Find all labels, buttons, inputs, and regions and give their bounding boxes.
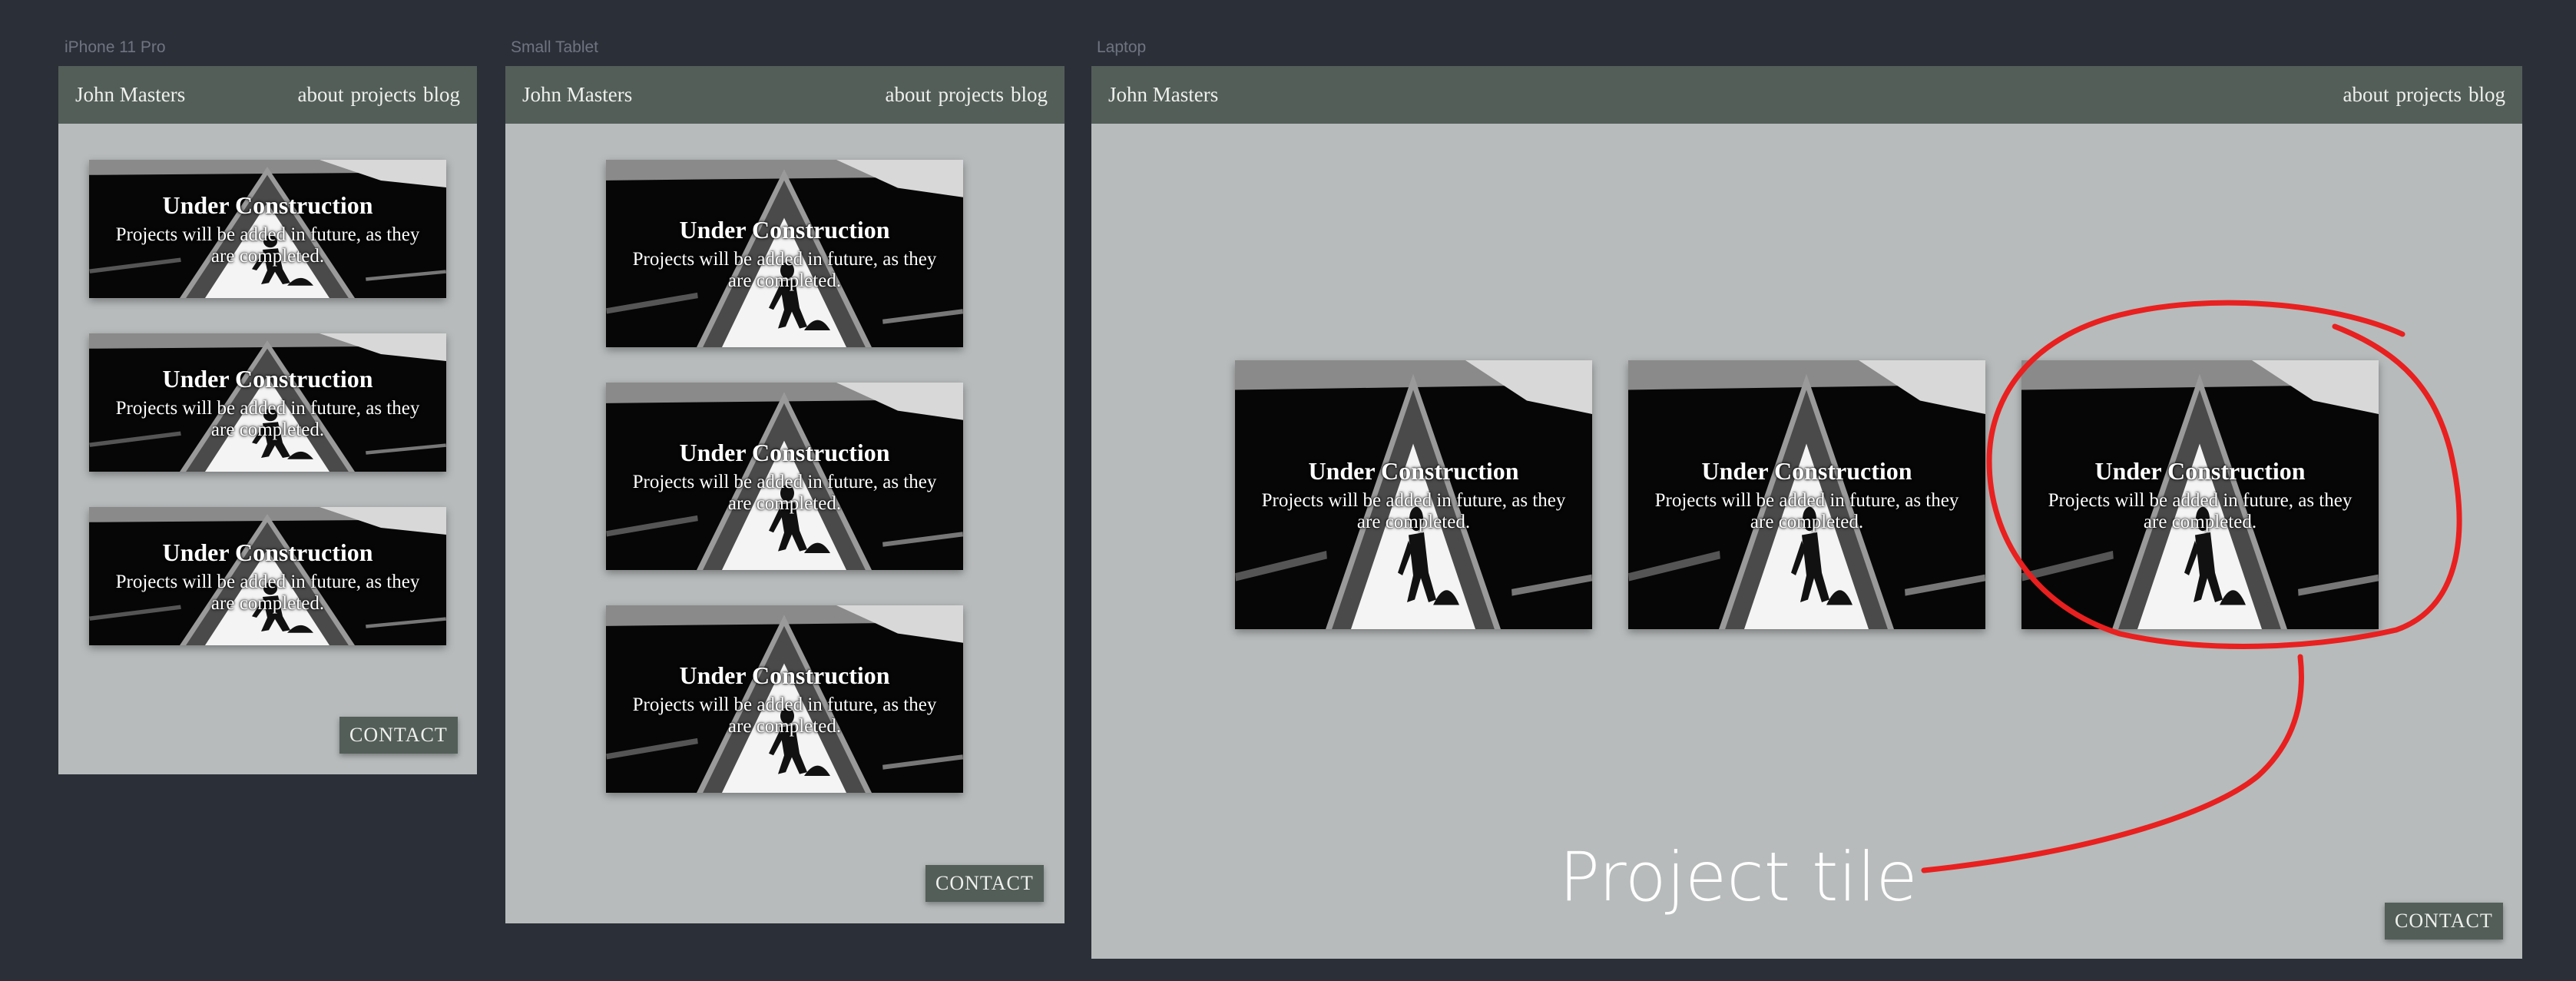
frame-label-small-tablet: Small Tablet (511, 38, 599, 56)
tile-description: Projects will be added in future, as the… (1654, 489, 1959, 532)
nav-projects[interactable]: projects (351, 83, 416, 107)
tile-title: Under Construction (1701, 456, 1912, 485)
tile-description: Projects will be added in future, as the… (632, 694, 937, 737)
nav-blog[interactable]: blog (1011, 83, 1048, 107)
project-tile[interactable]: Under Construction Projects will be adde… (89, 333, 446, 472)
tile-description: Projects will be added in future, as the… (115, 224, 420, 267)
frame-label-iphone: iPhone 11 Pro (65, 38, 166, 56)
site-header: John Masters about projects blog (58, 66, 477, 124)
tile-description: Projects will be added in future, as the… (115, 397, 420, 440)
tile-title: Under Construction (679, 661, 890, 689)
tile-title: Under Construction (679, 438, 890, 466)
tile-description: Projects will be added in future, as the… (632, 471, 937, 514)
tile-title: Under Construction (679, 215, 890, 244)
nav-projects[interactable]: projects (2396, 83, 2462, 107)
nav-about[interactable]: about (2343, 83, 2389, 107)
nav-blog[interactable]: blog (423, 83, 460, 107)
nav-blog[interactable]: blog (2468, 83, 2505, 107)
nav-about[interactable]: about (298, 83, 344, 107)
project-tile[interactable]: Under Construction Projects will be adde… (606, 160, 963, 347)
tile-title: Under Construction (162, 364, 373, 393)
site-nav: about projects blog (2343, 83, 2506, 107)
site-nav: about projects blog (298, 83, 461, 107)
tile-title: Under Construction (2094, 456, 2306, 485)
tile-description: Projects will be added in future, as the… (632, 248, 937, 291)
laptop-frame: John Masters about projects blog Under C… (1091, 66, 2522, 959)
project-tile[interactable]: Under Construction Projects will be adde… (606, 605, 963, 793)
nav-projects[interactable]: projects (939, 83, 1004, 107)
tile-title: Under Construction (162, 538, 373, 566)
project-tile[interactable]: Under Construction Projects will be adde… (89, 160, 446, 298)
project-tile[interactable]: Under Construction Projects will be adde… (1235, 360, 1592, 629)
site-nav: about projects blog (886, 83, 1048, 107)
tile-title: Under Construction (162, 191, 373, 219)
site-header: John Masters about projects blog (505, 66, 1065, 124)
small-tablet-frame: John Masters about projects blog Under C… (505, 66, 1065, 923)
contact-button[interactable]: CONTACT (2385, 903, 2503, 940)
project-tile[interactable]: Under Construction Projects will be adde… (1628, 360, 1985, 629)
tile-description: Projects will be added in future, as the… (115, 571, 420, 614)
site-header: John Masters about projects blog (1091, 66, 2522, 124)
annotation-label: Project tile (1559, 837, 1918, 916)
contact-button[interactable]: CONTACT (925, 865, 1044, 902)
project-tile[interactable]: Under Construction Projects will be adde… (2021, 360, 2379, 629)
iphone-frame: John Masters about projects blog Under C… (58, 66, 477, 774)
tile-description: Projects will be added in future, as the… (1261, 489, 1566, 532)
tile-title: Under Construction (1308, 456, 1519, 485)
contact-button[interactable]: CONTACT (339, 717, 458, 754)
site-name[interactable]: John Masters (1108, 83, 1218, 107)
project-tile[interactable]: Under Construction Projects will be adde… (606, 383, 963, 570)
frame-label-laptop: Laptop (1097, 38, 1147, 56)
nav-about[interactable]: about (886, 83, 932, 107)
tile-description: Projects will be added in future, as the… (2048, 489, 2353, 532)
site-name[interactable]: John Masters (522, 83, 632, 107)
project-tile[interactable]: Under Construction Projects will be adde… (89, 507, 446, 645)
site-name[interactable]: John Masters (75, 83, 185, 107)
